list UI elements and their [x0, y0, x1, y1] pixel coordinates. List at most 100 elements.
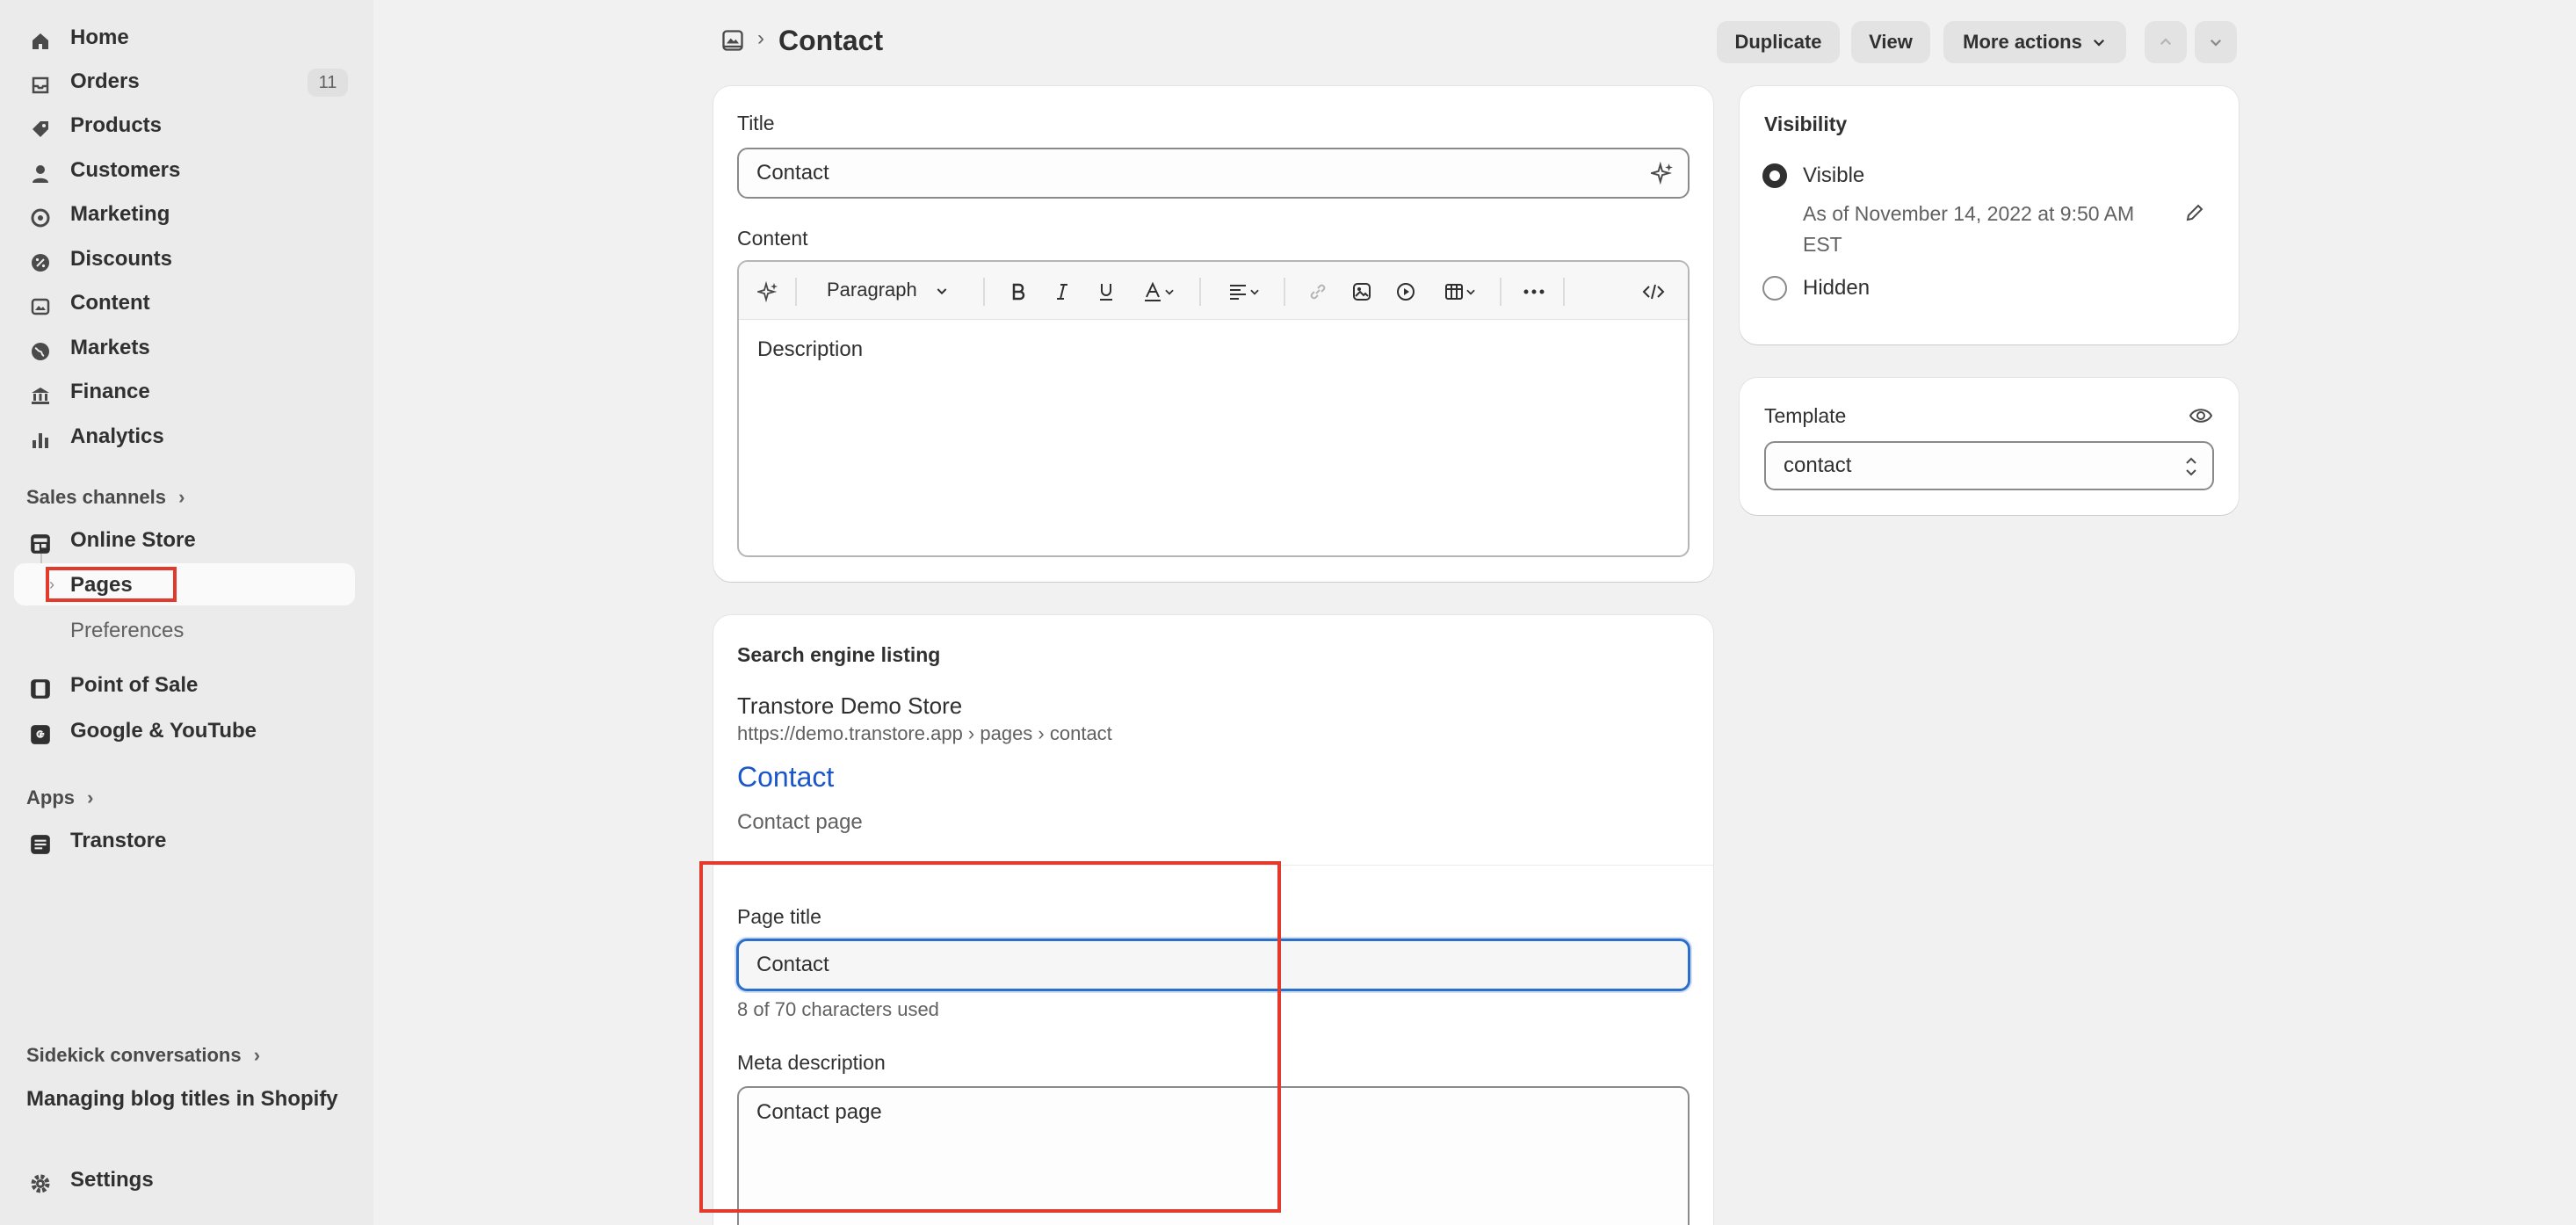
- sidebar-item-label: Home: [70, 25, 129, 49]
- chevron-down-icon: [937, 288, 947, 295]
- visibility-heading: Visibility: [1764, 112, 1848, 135]
- orders-count-badge: 11: [308, 69, 348, 97]
- hidden-radio[interactable]: [1762, 276, 1787, 301]
- target-icon: [28, 206, 53, 230]
- seo-preview-title: Contact: [737, 761, 835, 793]
- sidebar-item-label: Markets: [70, 336, 150, 359]
- edit-pencil-icon[interactable]: [2184, 202, 2205, 228]
- underline-icon[interactable]: [1093, 279, 1119, 305]
- sidebar-item-settings[interactable]: Settings: [14, 1160, 355, 1200]
- sidebar-item-online-store[interactable]: Online Store: [14, 520, 355, 561]
- bold-icon[interactable]: [1005, 279, 1031, 305]
- sidebar-item-analytics[interactable]: Analytics: [14, 417, 355, 457]
- duplicate-button[interactable]: Duplicate: [1717, 21, 1840, 63]
- chevron-right-icon: ›: [253, 1044, 261, 1066]
- transtore-app-icon: [28, 832, 53, 857]
- editor-toolbar: Paragraph: [739, 262, 1688, 320]
- breadcrumb-separator: ›: [757, 26, 764, 50]
- chevron-down-icon: [1466, 289, 1475, 295]
- next-page-button[interactable]: [2195, 21, 2237, 63]
- sidebar-item-marketing[interactable]: Marketing: [14, 194, 355, 235]
- seo-preview-description: Contact page: [737, 810, 863, 834]
- sidebar: Home Orders 11 Products Customers Market…: [0, 0, 373, 1225]
- sidebar-item-label: Content: [70, 291, 150, 315]
- align-icon[interactable]: [1220, 279, 1268, 305]
- link-icon[interactable]: [1305, 279, 1331, 305]
- sidebar-item-transtore[interactable]: Transtore: [14, 821, 355, 861]
- sidebar-item-finance[interactable]: Finance: [14, 372, 355, 412]
- paragraph-format-select[interactable]: Paragraph: [827, 279, 949, 301]
- chevron-down-icon: [1250, 289, 1259, 295]
- content-icon[interactable]: [720, 28, 749, 56]
- sidebar-item-orders[interactable]: Orders 11: [14, 62, 355, 102]
- apps-heading[interactable]: Apps ›: [26, 786, 93, 809]
- seo-store-name: Transtore Demo Store: [737, 692, 963, 719]
- sidebar-item-google-youtube[interactable]: Google & YouTube: [14, 711, 355, 751]
- sidebar-item-label: Google & YouTube: [70, 719, 257, 743]
- sidebar-item-discounts[interactable]: Discounts: [14, 239, 355, 279]
- gear-icon: [28, 1171, 53, 1196]
- chevron-up-icon: [2160, 38, 2172, 46]
- visibility-date: As of November 14, 2022 at 9:50 AM: [1803, 202, 2135, 225]
- text-color-icon[interactable]: [1137, 279, 1181, 305]
- table-icon[interactable]: [1436, 279, 1484, 305]
- italic-icon[interactable]: [1049, 279, 1075, 305]
- sidebar-item-label: Analytics: [70, 424, 164, 448]
- sidebar-item-label: Orders: [70, 69, 140, 93]
- select-arrows-icon: [2184, 455, 2198, 484]
- sidebar-item-content[interactable]: Content: [14, 283, 355, 323]
- orders-icon: [28, 73, 53, 98]
- content-label: Content: [737, 227, 808, 250]
- image-icon[interactable]: [1349, 279, 1375, 305]
- highlight-box-page-title: [699, 861, 1281, 1213]
- eye-icon[interactable]: [2189, 406, 2213, 430]
- pos-icon: [28, 677, 53, 701]
- sidebar-item-point-of-sale[interactable]: Point of Sale: [14, 665, 355, 706]
- sidebar-item-label: Transtore: [70, 829, 167, 852]
- store-icon: [28, 532, 53, 556]
- google-icon: [28, 722, 53, 747]
- editor-body[interactable]: Description: [757, 337, 863, 362]
- sidebar-item-label: Settings: [70, 1168, 154, 1192]
- template-select[interactable]: contact: [1764, 441, 2214, 490]
- sparkle-icon[interactable]: [1648, 161, 1674, 191]
- content-icon: [28, 294, 53, 319]
- discount-icon: [28, 250, 53, 275]
- view-button[interactable]: View: [1851, 21, 1930, 63]
- sales-channels-heading[interactable]: Sales channels ›: [26, 486, 185, 509]
- sidebar-item-home[interactable]: Home: [14, 18, 355, 58]
- sidebar-item-markets[interactable]: Markets: [14, 328, 355, 368]
- sidebar-item-label: Finance: [70, 380, 150, 403]
- video-icon[interactable]: [1393, 279, 1419, 305]
- chevron-right-icon: ›: [87, 786, 94, 808]
- chevron-down-icon: [1165, 289, 1174, 295]
- person-icon: [28, 162, 53, 186]
- seo-heading: Search engine listing: [737, 643, 941, 666]
- seo-url: https://demo.transtore.app › pages › con…: [737, 722, 1112, 744]
- more-actions-button[interactable]: More actions: [1943, 21, 2126, 63]
- sidebar-item-customers[interactable]: Customers: [14, 150, 355, 191]
- title-input[interactable]: Contact: [737, 148, 1690, 199]
- visible-label: Visible: [1803, 163, 1865, 187]
- code-view-icon[interactable]: [1640, 279, 1667, 305]
- sidekick-heading[interactable]: Sidekick conversations ›: [26, 1044, 260, 1067]
- globe-icon: [28, 339, 53, 364]
- hidden-label: Hidden: [1803, 276, 1870, 300]
- visibility-card: Visibility Visible As of November 14, 20…: [1740, 86, 2239, 344]
- sidekick-conversation-item[interactable]: Managing blog titles in Shopify: [26, 1087, 338, 1112]
- sidebar-item-label: Customers: [70, 158, 181, 182]
- sidebar-item-label: Products: [70, 113, 163, 137]
- title-label: Title: [737, 112, 775, 134]
- bank-icon: [28, 383, 53, 408]
- toolbar-divider: [795, 278, 797, 306]
- bar-chart-icon: [28, 428, 53, 453]
- more-horizontal-icon[interactable]: [1521, 279, 1547, 305]
- template-label: Template: [1764, 404, 1847, 427]
- app-root: Home Orders 11 Products Customers Market…: [0, 0, 2576, 1225]
- sparkle-icon[interactable]: [755, 279, 781, 305]
- toolbar-divider: [983, 278, 985, 306]
- sidebar-item-preferences[interactable]: Preferences: [70, 619, 184, 643]
- previous-page-button[interactable]: [2145, 21, 2187, 63]
- visible-radio[interactable]: [1762, 163, 1787, 188]
- sidebar-item-products[interactable]: Products: [14, 105, 355, 146]
